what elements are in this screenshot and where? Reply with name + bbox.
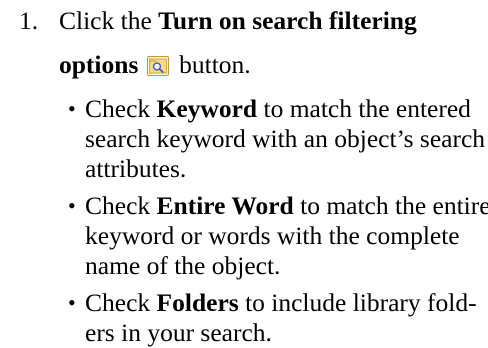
step-text-button: button.: [179, 50, 251, 79]
bullet-keyword-line-1: Check Keyword to match the entered: [85, 94, 471, 124]
bullet-keyword-line-3: attributes.: [85, 154, 187, 183]
bullet-folders-line-1: Check Folders to include library fold-: [85, 288, 477, 318]
step-line-2: options button.: [59, 50, 251, 80]
bullet-entire-word-line-1: Check Entire Word to match the entire: [85, 191, 488, 221]
bullet-text: to match the entire: [300, 191, 488, 220]
bullet-term-folders: Folders: [156, 288, 246, 317]
bullet-entire-word-line-2: keyword or words with the complete: [85, 221, 460, 250]
bullet-entire-word-line-3: name of the object.: [85, 251, 281, 280]
bullet-marker: •: [68, 290, 76, 315]
search-filter-icon: [146, 56, 169, 76]
bullet-marker: •: [68, 96, 76, 121]
button-name-part-1: Turn on search filtering: [158, 6, 417, 35]
bullet-pre-text: Check: [85, 94, 157, 123]
bullet-text: to match the entered: [263, 94, 471, 123]
bullet-term-entire-word: Entire Word: [156, 191, 301, 220]
bullet-pre-text: Check: [85, 288, 157, 317]
bullet-keyword-line-2: search keyword with an object’s search: [85, 124, 486, 153]
step-line-1: Click the Turn on search filtering: [59, 6, 417, 36]
bullet-pre-text: Check: [85, 191, 157, 220]
step-number: 1.: [19, 6, 39, 35]
step-text-click: Click the: [59, 6, 159, 35]
button-name-part-2: options: [59, 50, 145, 79]
bullet-text: to include library fold-: [245, 288, 477, 317]
bullet-marker: •: [68, 193, 76, 218]
bullet-term-keyword: Keyword: [156, 94, 264, 123]
bullet-folders-line-2: ers in your search.: [85, 318, 272, 347]
